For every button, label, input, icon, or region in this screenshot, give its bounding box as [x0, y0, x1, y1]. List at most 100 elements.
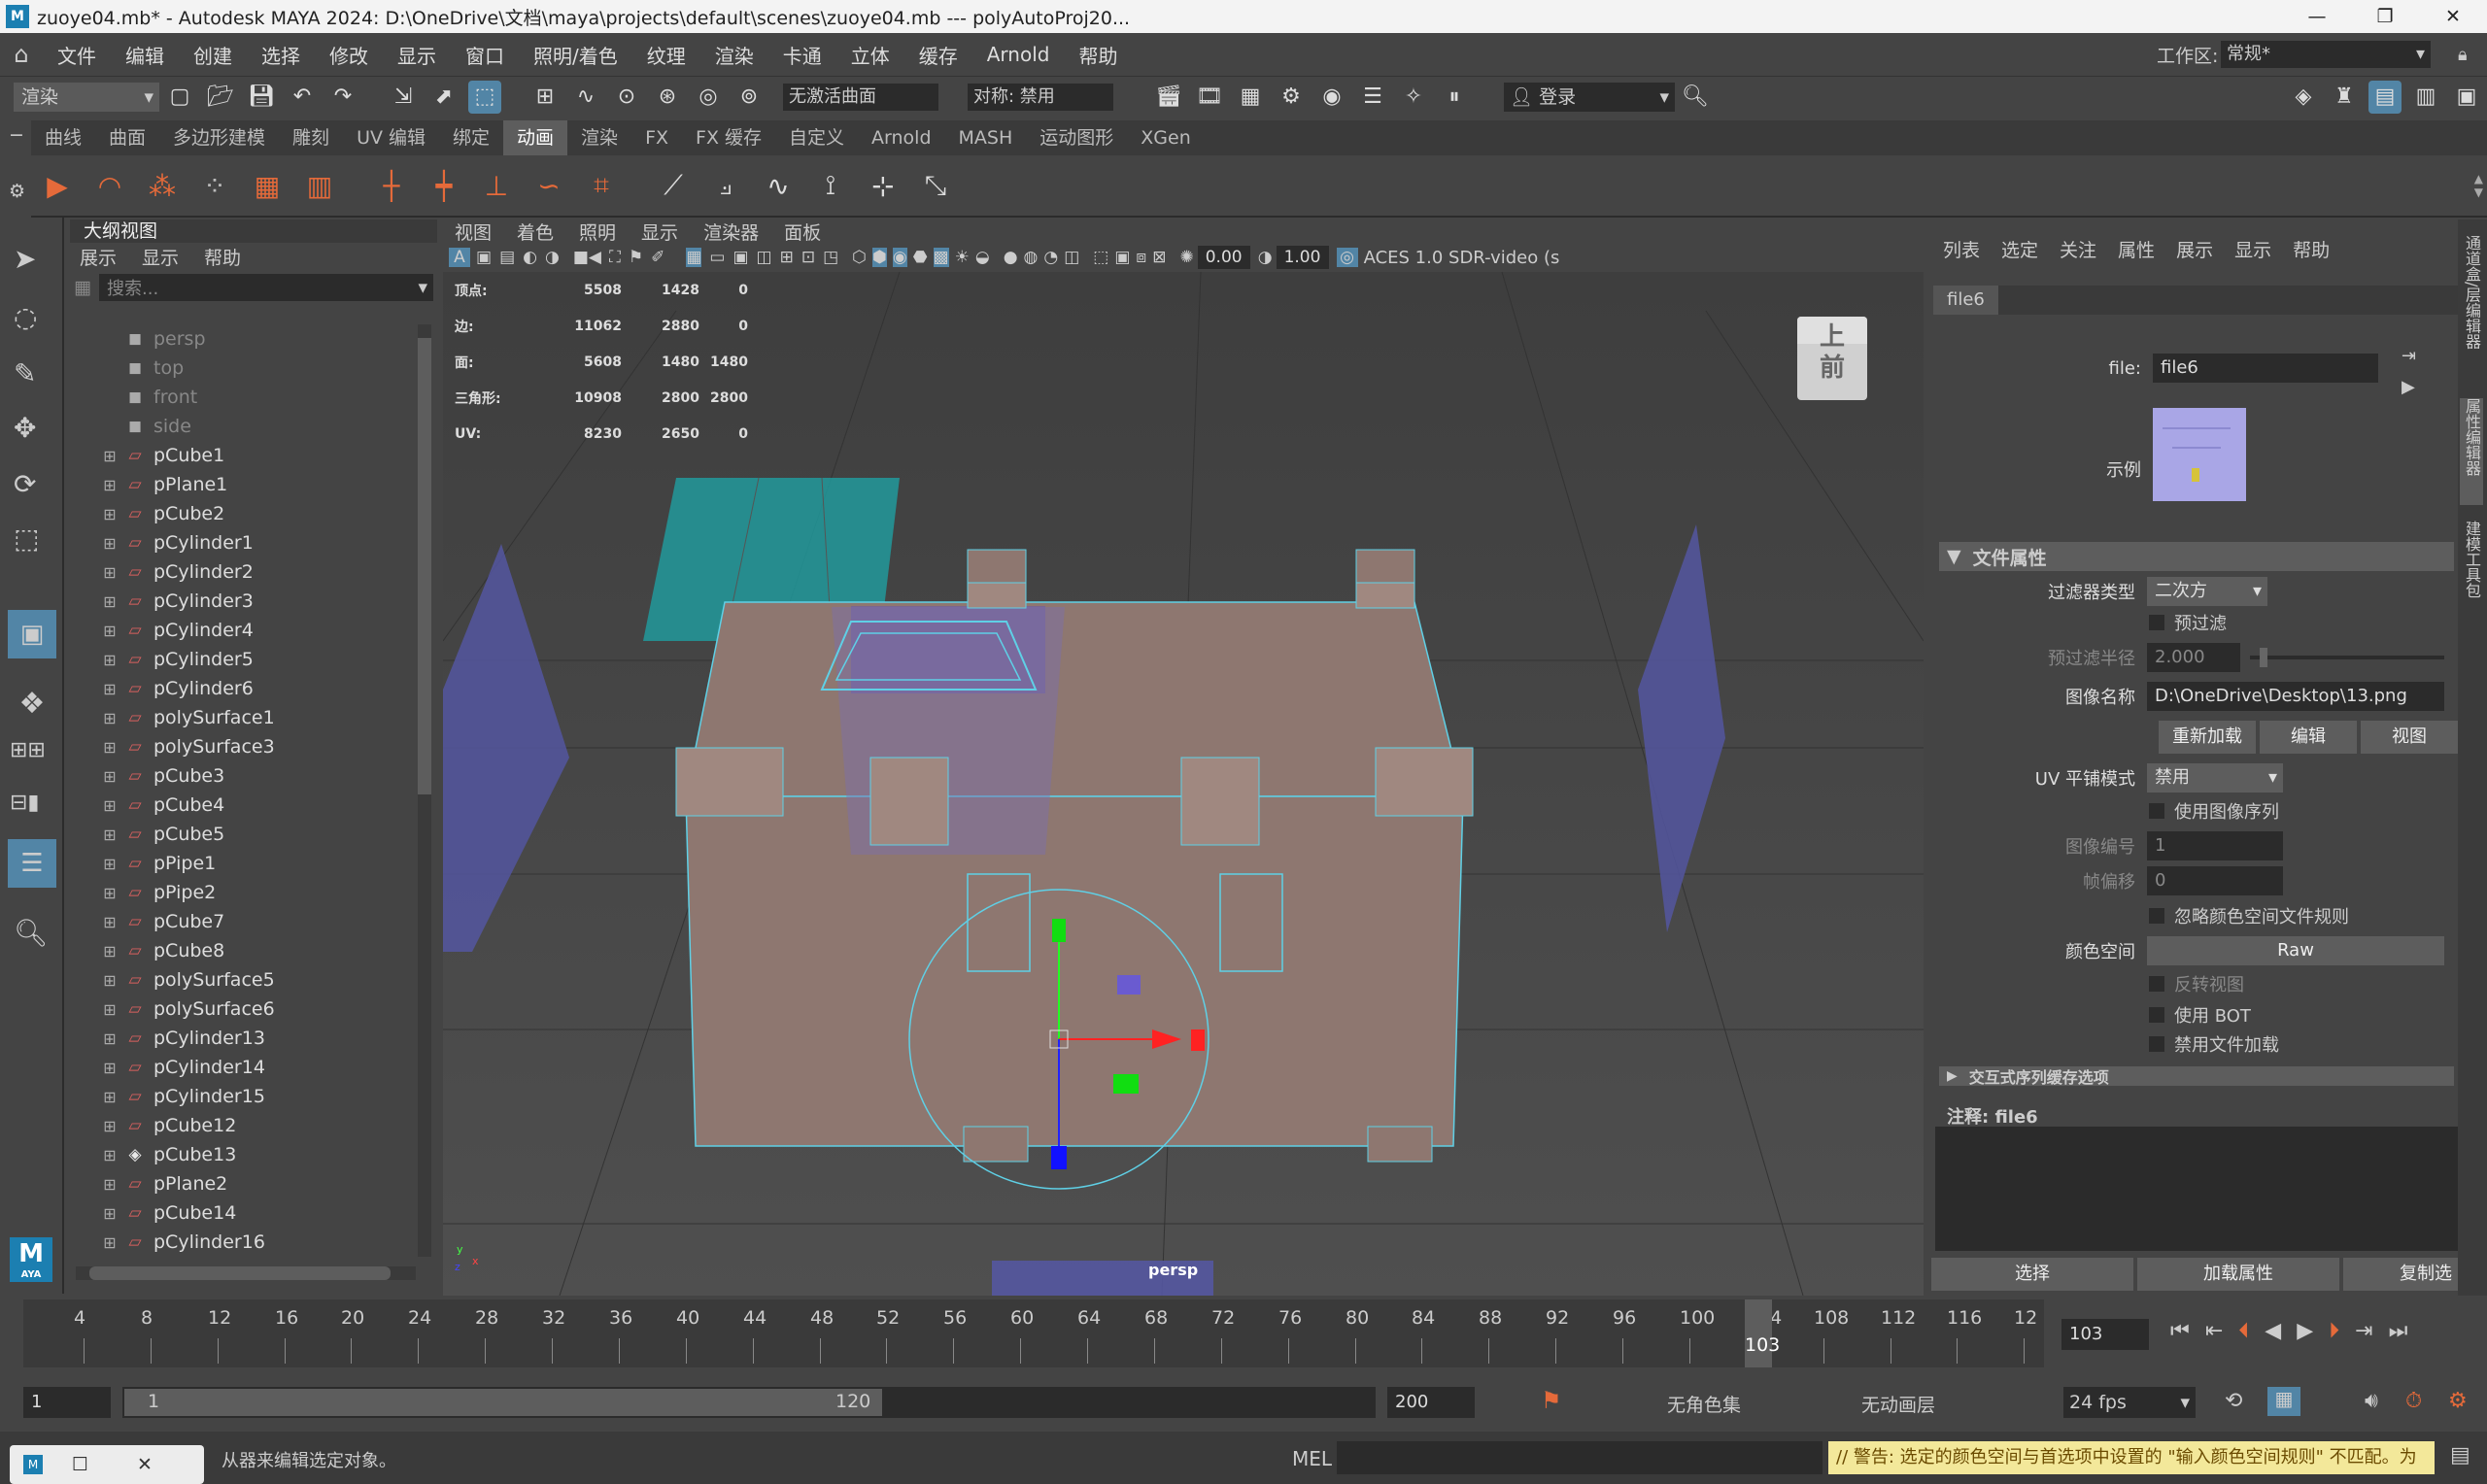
bookmark-flag-icon[interactable]: ⚑ [629, 248, 643, 267]
four-view-icon[interactable]: ❖ [8, 680, 56, 728]
file-node-field[interactable]: file6 [2153, 354, 2378, 383]
rotate-tool-icon[interactable]: ⟳ [14, 468, 36, 500]
camera-item[interactable]: ◼ persp [70, 324, 414, 354]
undo-icon[interactable]: ↶ [286, 81, 319, 114]
viewport-menu-0[interactable]: 视图 [455, 219, 492, 245]
render-frame-icon[interactable]: 🎞︎ [1193, 81, 1226, 114]
login-dropdown[interactable]: 👤︎ 登录 ▾ [1504, 82, 1675, 112]
menu-8[interactable]: 纹理 [632, 41, 700, 69]
outliner-item[interactable]: ⊞ ◈ pCube13 [70, 1140, 414, 1169]
step-back-key-icon[interactable]: ⇤ [2205, 1319, 2223, 1343]
uv-tiling-dropdown[interactable]: 禁用 ▾ [2147, 763, 2283, 793]
node-tab[interactable]: file6 [1933, 286, 1998, 315]
expand-icon[interactable]: ⊞ [99, 1117, 120, 1135]
file-attributes-section[interactable]: ▼ 文件属性 [1939, 542, 2454, 571]
camera-item[interactable]: ◼ side [70, 412, 414, 441]
close-icon[interactable]: ✕ [137, 1454, 153, 1475]
wireframe-icon[interactable]: ⬡ [852, 248, 867, 267]
outliner-item[interactable]: ⊞ ▱ pCylinder15 [70, 1082, 414, 1111]
lock-camera-icon[interactable]: ⛶ [609, 248, 621, 267]
shelf-tab-12[interactable]: MASH [945, 120, 1027, 155]
render-setup-icon[interactable]: ☰ [1356, 81, 1389, 114]
save-scene-icon[interactable]: 💾︎ [245, 81, 278, 114]
outliner-menu-2[interactable]: 帮助 [204, 244, 241, 270]
camera-attributes-icon[interactable]: ▣ [476, 248, 492, 267]
next-key-icon[interactable]: ⏵ [2329, 1319, 2339, 1343]
color-space-dropdown[interactable]: Raw [2147, 936, 2444, 965]
snap-live-icon[interactable]: ⊚ [732, 81, 766, 114]
select-hierarchy-icon[interactable]: ⇲ [387, 81, 420, 114]
live-surface-field[interactable]: 无激活曲面 [783, 83, 938, 111]
menu-4[interactable]: 修改 [315, 41, 383, 69]
attr-menu-0[interactable]: 列表 [1943, 236, 1980, 262]
field-chart-icon[interactable]: ⊞ [780, 248, 794, 267]
pause-icon[interactable]: ⏸︎ [1438, 81, 1471, 114]
outliner-item[interactable]: ⊞ ▱ pCube4 [70, 791, 414, 820]
expand-icon[interactable]: ⊞ [99, 1175, 120, 1194]
menu-11[interactable]: 立体 [836, 41, 904, 69]
shadows-icon[interactable]: ☀ [955, 248, 970, 267]
ghost-icon[interactable]: ⁂ [142, 165, 183, 206]
ignore-cs-rules-checkbox[interactable] [2149, 908, 2164, 924]
attribute-editor-tab[interactable]: 属性编辑器 [2460, 398, 2483, 505]
shelf-menu-icon[interactable]: − [9, 124, 24, 146]
outliner-layout-icon[interactable]: ☰ [8, 839, 56, 888]
smooth-shade-icon[interactable]: ⬢ [872, 248, 887, 267]
shelf-tab-11[interactable]: Arnold [858, 120, 944, 155]
home-icon[interactable]: ⌂ [0, 41, 43, 68]
shelf-scroll-down-icon[interactable]: ▼ [2474, 186, 2483, 199]
minimize-icon[interactable]: — [2283, 6, 2351, 27]
expand-icon[interactable]: ⊞ [99, 709, 120, 727]
hypershade-icon[interactable]: ◉ [1315, 81, 1348, 114]
shelf-tab-0[interactable]: 曲线 [31, 120, 95, 155]
expand-icon[interactable]: ⊞ [99, 1059, 120, 1077]
outliner-item[interactable]: ⊞ ▱ pCube8 [70, 936, 414, 965]
viewport-menu-3[interactable]: 显示 [641, 219, 678, 245]
light-editor-icon[interactable]: ✧ [1397, 81, 1430, 114]
sound-icon[interactable]: 🔊︎ [2365, 1389, 2378, 1413]
viewport-canvas[interactable]: 顶点: 5508 1428 0 边: 11062 2880 0 面: 5608 1480 1480 三角… [443, 272, 1924, 1296]
safe-action-icon[interactable]: ⊡ [801, 248, 815, 267]
new-scene-icon[interactable]: ▢ [163, 81, 196, 114]
outliner-item[interactable]: ⊞ ▱ pCylinder5 [70, 645, 414, 674]
outliner-item[interactable]: ⊞ ▱ pCylinder2 [70, 557, 414, 587]
expand-icon[interactable]: ⊞ [99, 1146, 120, 1164]
outliner-item[interactable]: ⊞ ▱ pCube14 [70, 1198, 414, 1228]
expand-icon[interactable]: ⊞ [99, 1000, 120, 1019]
attribute-editor-toggle-icon[interactable]: ▤ [2368, 80, 2402, 114]
menu-0[interactable]: 文件 [43, 41, 111, 69]
shelf-tab-13[interactable]: 运动图形 [1026, 120, 1127, 155]
insert-joint-icon[interactable]: ┿ [424, 165, 464, 206]
ipr-render-icon[interactable]: ▦ [1234, 81, 1267, 114]
exposure-icon[interactable]: ✺ [1179, 248, 1193, 267]
resolution-gate-icon[interactable]: ▣ [732, 248, 748, 267]
play-forward-icon[interactable]: ▶ [2297, 1319, 2313, 1343]
shelf-tab-4[interactable]: UV 编辑 [343, 120, 439, 155]
time-editor-icon[interactable]: ▦ [247, 165, 288, 206]
workspace-dropdown[interactable]: 常规* ▾ [2221, 41, 2431, 68]
start-time-field[interactable]: 1 [23, 1387, 111, 1418]
copy-tab-button[interactable]: 复制选 [2343, 1258, 2458, 1291]
expand-icon[interactable]: ⊞ [99, 971, 120, 990]
textured-icon[interactable]: ⬣ [913, 248, 928, 267]
time-slider[interactable]: 4 8 12 16 20 24 28 32 36 40 44 48 52 56 60 64 68 72 76 80 84… [0, 1299, 2487, 1371]
two-d-pan-icon[interactable]: ◑ [545, 248, 560, 267]
expand-icon[interactable]: ⊞ [99, 622, 120, 640]
expand-icon[interactable]: ▶ [1947, 1068, 1958, 1084]
anim-prefs-icon[interactable]: ⏱︎ [2405, 1389, 2422, 1413]
cache-playback-icon[interactable]: ▦ [2267, 1387, 2300, 1416]
range-bar[interactable]: 1 120 [122, 1387, 1376, 1418]
expand-icon[interactable]: ⊞ [99, 942, 120, 961]
menu-2[interactable]: 创建 [179, 41, 247, 69]
depth-of-field-icon[interactable]: ◫ [1064, 248, 1079, 267]
expand-icon[interactable]: ⊞ [99, 476, 120, 494]
reload-button[interactable]: 重新加载 [2159, 721, 2256, 754]
wireframe-on-shaded-icon[interactable]: ◉ [892, 248, 907, 267]
viewport-menu-5[interactable]: 面板 [784, 219, 821, 245]
modeling-toolkit-icon[interactable]: ◈ [2287, 81, 2320, 114]
safe-title-icon[interactable]: ◳ [823, 248, 838, 267]
shelf-tab-5[interactable]: 绑定 [439, 120, 503, 155]
render-settings-icon[interactable]: ⚙︎ [1275, 81, 1308, 114]
unghost-icon[interactable]: ⁘ [194, 165, 235, 206]
expand-icon[interactable]: ⊞ [99, 767, 120, 786]
